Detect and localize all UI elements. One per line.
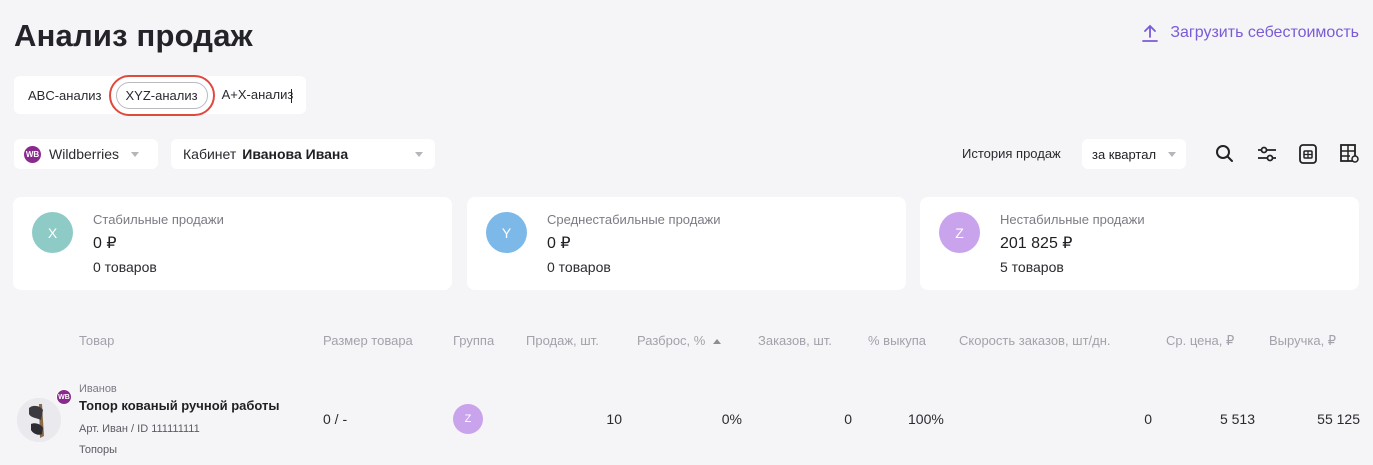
- upload-cost-label: Загрузить себестоимость: [1170, 24, 1359, 41]
- sort-ascending-icon: [713, 339, 722, 345]
- column-header-order-speed[interactable]: Скорость заказов, шт/дн.: [959, 333, 1111, 348]
- product-article: Арт. Иван / ID 111111111: [79, 423, 200, 435]
- column-header-group[interactable]: Группа: [453, 333, 494, 348]
- wildberries-logo-icon: WB: [24, 145, 41, 163]
- column-header-product[interactable]: Товар: [79, 333, 114, 348]
- marketplace-select[interactable]: WB Wildberries: [14, 139, 158, 169]
- chevron-down-icon: [415, 151, 423, 157]
- group-x-badge: X: [32, 212, 73, 253]
- group-y-badge: Y: [486, 212, 527, 253]
- product-thumbnail: [17, 398, 61, 442]
- card-count: 0 товаров: [93, 259, 157, 275]
- cell-buyout: 100%: [908, 411, 944, 427]
- sales-history-label: История продаж: [962, 146, 1061, 161]
- card-unstable-sales: Z Нестабильные продажи 201 825 ₽ 5 товар…: [920, 197, 1359, 290]
- product-category: Топоры: [79, 444, 118, 456]
- card-count: 5 товаров: [1000, 259, 1064, 275]
- cell-avg-price: 5 513: [1219, 411, 1255, 427]
- card-medium-stable-sales: Y Среднестабильные продажи 0 ₽ 0 товаров: [467, 197, 906, 290]
- tab-xyz[interactable]: XYZ-анализ: [108, 74, 215, 116]
- cabinet-select[interactable]: Кабинет Иванова Ивана: [171, 139, 435, 169]
- cell-order-speed: 0: [1144, 411, 1152, 427]
- cell-sales: 10: [606, 411, 622, 427]
- card-label: Стабильные продажи: [93, 212, 224, 227]
- group-z-badge: Z: [939, 212, 980, 253]
- product-brand: Иванов: [79, 383, 117, 395]
- search-icon[interactable]: [1213, 142, 1237, 166]
- analysis-tabs: ABC-анализ XYZ-анализ A+X-анализ: [14, 74, 307, 116]
- table-settings-icon[interactable]: [1338, 142, 1362, 166]
- period-value: за квартал: [1092, 146, 1157, 162]
- group-z-badge: Z: [453, 404, 483, 434]
- tab-ax-label: A+X-анализ: [221, 87, 294, 103]
- marketplace-value: Wildberries: [49, 146, 120, 162]
- period-select[interactable]: за квартал: [1082, 139, 1187, 169]
- column-header-avg-price[interactable]: Ср. цена, ₽: [1166, 333, 1234, 349]
- cell-size: 0 / -: [323, 411, 348, 427]
- column-header-buyout[interactable]: % выкупа: [868, 333, 926, 348]
- chevron-down-icon: [131, 151, 140, 157]
- axe-image-icon: [17, 398, 61, 442]
- cell-spread: 0%: [721, 411, 742, 427]
- column-header-spread[interactable]: Разброс, %: [637, 333, 722, 348]
- upload-icon: [1142, 24, 1159, 42]
- card-count: 0 товаров: [547, 259, 611, 275]
- card-value: 0 ₽: [93, 235, 117, 252]
- chevron-down-icon: [1168, 151, 1177, 157]
- card-stable-sales: X Стабильные продажи 0 ₽ 0 товаров: [13, 197, 452, 290]
- product-name[interactable]: Топор кованый ручной работы: [79, 398, 280, 413]
- upload-cost-button[interactable]: Загрузить себестоимость: [1142, 24, 1359, 42]
- card-value: 0 ₽: [547, 235, 571, 252]
- tab-abc[interactable]: ABC-анализ: [20, 82, 110, 109]
- column-header-sales[interactable]: Продаж, шт.: [526, 333, 599, 348]
- column-header-revenue[interactable]: Выручка, ₽: [1269, 333, 1336, 349]
- wildberries-logo-icon: WB: [56, 389, 72, 405]
- column-header-spread-label: Разброс, %: [637, 333, 706, 348]
- cabinet-value: Иванова Ивана: [242, 146, 349, 162]
- cabinet-label: Кабинет: [183, 146, 237, 162]
- card-label: Нестабильные продажи: [1000, 212, 1145, 227]
- filter-sliders-icon[interactable]: [1255, 142, 1279, 166]
- cell-orders: 0: [844, 411, 852, 427]
- column-header-size[interactable]: Размер товара: [323, 333, 413, 348]
- column-header-orders[interactable]: Заказов, шт.: [758, 333, 832, 348]
- page-title: Анализ продаж: [14, 18, 253, 53]
- text-caret: [291, 88, 293, 103]
- excel-export-icon[interactable]: [1296, 142, 1320, 166]
- card-value: 201 825 ₽: [1000, 235, 1073, 252]
- card-label: Среднестабильные продажи: [547, 212, 721, 227]
- cell-revenue: 55 125: [1317, 411, 1360, 427]
- tab-ax[interactable]: A+X-анализ: [214, 81, 301, 109]
